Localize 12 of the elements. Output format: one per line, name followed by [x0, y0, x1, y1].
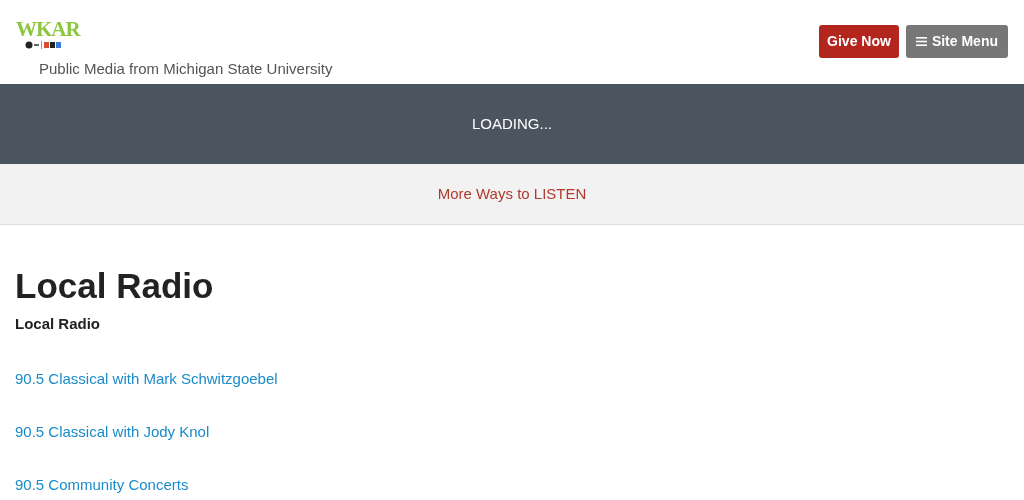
- station-link[interactable]: 90.5 Classical with Jody Knol: [15, 420, 210, 442]
- site-menu-button[interactable]: Site Menu: [905, 25, 1008, 58]
- section-heading: Local Radio: [15, 314, 101, 334]
- menu-icon: [915, 37, 927, 46]
- logo-wordmark[interactable]: WKAR: [16, 18, 333, 40]
- page-title: Local Radio: [15, 265, 215, 307]
- station-link[interactable]: 90.5 Classical with Mark Schwitzgoebel: [15, 367, 278, 389]
- loading-text: LOADING...: [472, 113, 552, 134]
- station-link[interactable]: 90.5 Community Concerts: [15, 473, 189, 495]
- give-now-button[interactable]: Give Now: [819, 25, 899, 58]
- listen-link[interactable]: More Ways to LISTEN: [437, 182, 587, 206]
- tagline: Public Media from Michigan State University: [39, 59, 333, 79]
